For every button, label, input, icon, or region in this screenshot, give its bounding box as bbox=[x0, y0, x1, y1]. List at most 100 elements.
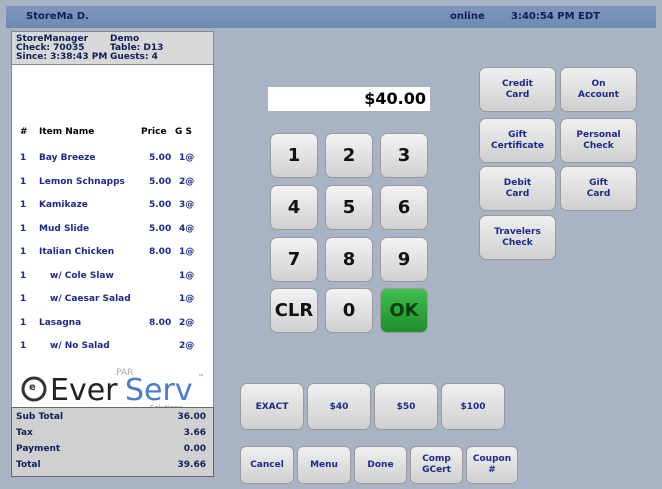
item-name: Kamikaze bbox=[39, 200, 88, 210]
total-value: 39.66 bbox=[177, 460, 206, 470]
svg-text:e: e bbox=[29, 382, 36, 393]
action-button-comp-gcert[interactable]: Comp GCert bbox=[410, 446, 463, 484]
item-price: 5.00 bbox=[149, 153, 172, 163]
total-row: Tax 3.66 bbox=[16, 428, 206, 442]
guest-count: Guests: 4 bbox=[110, 52, 158, 62]
order-item-row[interactable]: 1 Mud Slide 5.00 4@ bbox=[12, 224, 215, 238]
everserv-logo: e Ever Serv PAR Solutions ™ bbox=[20, 353, 205, 412]
svg-text:Ever: Ever bbox=[50, 373, 118, 408]
order-item-row[interactable]: 1 Lemon Schnapps 5.00 2@ bbox=[12, 177, 215, 191]
keypad-key-9[interactable]: 9 bbox=[380, 237, 428, 282]
action-button-done[interactable]: Done bbox=[354, 446, 407, 484]
quick-amount-button[interactable]: $50 bbox=[374, 383, 438, 430]
user-name: StoreMa D. bbox=[26, 11, 89, 22]
item-seat: 1@ bbox=[179, 247, 195, 257]
item-name: Lasagna bbox=[39, 317, 82, 328]
col-num: # bbox=[20, 127, 28, 137]
order-ticket: # Item Name Price G S 1 Bay Breeze 5.00 1@ 1… bbox=[11, 65, 214, 439]
payment-button-personal-check[interactable]: Personal Check bbox=[560, 118, 637, 163]
payment-button-on-account[interactable]: On Account bbox=[560, 67, 637, 112]
col-price: Price bbox=[141, 127, 167, 137]
order-item-row[interactable]: 1 Italian Chicken 8.00 1@ bbox=[12, 247, 215, 261]
keypad-key-2[interactable]: 2 bbox=[325, 133, 373, 178]
item-name: w/ No Salad bbox=[50, 341, 110, 351]
order-info: StoreManager Check: 70035 Since: 3:38:43… bbox=[11, 31, 214, 65]
item-seat: 3@ bbox=[179, 200, 195, 210]
svg-text:Serv: Serv bbox=[125, 373, 193, 408]
item-qty: 1 bbox=[20, 200, 27, 210]
item-qty: 1 bbox=[20, 341, 27, 351]
payment-button-gift-card[interactable]: Gift Card bbox=[560, 166, 637, 211]
item-price: 5.00 bbox=[149, 200, 172, 210]
item-qty: 1 bbox=[20, 153, 27, 163]
item-name: w/ Caesar Salad bbox=[50, 294, 131, 304]
amount-display: $40.00 bbox=[268, 87, 430, 111]
keypad-key-1[interactable]: 1 bbox=[270, 133, 318, 178]
col-item-name: Item Name bbox=[39, 127, 95, 137]
title-bar: StoreMa D. online 3:40:54 PM EDT bbox=[6, 6, 656, 28]
connection-status: online bbox=[450, 11, 485, 22]
item-price: 8.00 bbox=[149, 247, 172, 257]
item-seat: 1@ bbox=[179, 294, 195, 304]
clock: 3:40:54 PM EDT bbox=[511, 11, 600, 22]
item-seat: 2@ bbox=[179, 341, 195, 351]
since-time: Since: 3:38:43 PM bbox=[16, 52, 108, 62]
item-seat: 1@ bbox=[179, 153, 195, 163]
item-seat: 1@ bbox=[179, 270, 195, 281]
everserv-logo-graphic: e Ever Serv PAR Solutions ™ bbox=[21, 368, 204, 412]
item-name: Bay Breeze bbox=[39, 153, 96, 163]
quick-amount-button[interactable]: $40 bbox=[307, 383, 371, 430]
col-gs: G S bbox=[175, 127, 193, 137]
item-qty: 1 bbox=[20, 247, 27, 257]
keypad-key-7[interactable]: 7 bbox=[270, 237, 318, 282]
total-label: Tax bbox=[16, 428, 33, 438]
item-name: w/ Cole Slaw bbox=[50, 270, 114, 281]
payment-button-debit-card[interactable]: Debit Card bbox=[479, 166, 556, 211]
action-button-coupon[interactable]: Coupon # bbox=[466, 446, 518, 484]
keypad-key-8[interactable]: 8 bbox=[325, 237, 373, 282]
payment-button-credit-card[interactable]: Credit Card bbox=[479, 67, 556, 112]
keypad-key-0[interactable]: 0 bbox=[325, 288, 373, 333]
total-value: 3.66 bbox=[183, 428, 206, 438]
quick-amount-button[interactable]: EXACT bbox=[240, 383, 304, 430]
keypad-key-clr[interactable]: CLR bbox=[270, 288, 318, 333]
keypad-key-3[interactable]: 3 bbox=[380, 133, 428, 178]
item-qty: 1 bbox=[20, 294, 27, 304]
total-row: Sub Total 36.00 bbox=[16, 412, 206, 426]
order-item-row[interactable]: 1 Lasagna 8.00 2@ bbox=[12, 318, 215, 332]
item-seat: 2@ bbox=[179, 176, 195, 187]
item-name: Mud Slide bbox=[39, 223, 90, 234]
quick-amount-button[interactable]: $100 bbox=[441, 383, 505, 430]
par-text: PAR bbox=[116, 368, 133, 378]
action-button-cancel[interactable]: Cancel bbox=[240, 446, 294, 484]
item-qty: 1 bbox=[20, 317, 27, 328]
order-item-row[interactable]: 1 Kamikaze 5.00 3@ bbox=[12, 200, 215, 214]
total-row: Payment 0.00 bbox=[16, 444, 206, 458]
order-item-row[interactable]: 1 w/ Cole Slaw 1@ bbox=[12, 271, 215, 285]
item-seat: 2@ bbox=[179, 317, 195, 328]
item-price: 8.00 bbox=[149, 317, 172, 328]
keypad-key-5[interactable]: 5 bbox=[325, 185, 373, 230]
payment-button-travelers-check[interactable]: Travelers Check bbox=[479, 215, 556, 260]
action-button-menu[interactable]: Menu bbox=[297, 446, 351, 484]
item-price: 5.00 bbox=[149, 223, 172, 234]
total-row: Total 39.66 bbox=[16, 460, 206, 474]
tm-text: ™ bbox=[198, 374, 204, 381]
total-label: Payment bbox=[16, 444, 61, 454]
order-item-row[interactable]: 1 w/ Caesar Salad 1@ bbox=[12, 294, 215, 308]
totals-panel: Sub Total 36.00 Tax 3.66 Payment 0.00 Total 39.… bbox=[11, 407, 214, 477]
total-value: 36.00 bbox=[177, 412, 206, 422]
payment-button-gift-certificate[interactable]: Gift Certificate bbox=[479, 118, 556, 163]
item-qty: 1 bbox=[20, 176, 27, 187]
order-panel: StoreManager Check: 70035 Since: 3:38:43… bbox=[11, 31, 214, 477]
total-label: Total bbox=[16, 460, 41, 470]
item-name: Italian Chicken bbox=[39, 247, 115, 257]
item-name: Lemon Schnapps bbox=[39, 176, 125, 187]
item-qty: 1 bbox=[20, 270, 27, 281]
total-value: 0.00 bbox=[183, 444, 206, 454]
order-item-row[interactable]: 1 Bay Breeze 5.00 1@ bbox=[12, 153, 215, 167]
keypad-key-6[interactable]: 6 bbox=[380, 185, 428, 230]
keypad-key-ok[interactable]: OK bbox=[380, 288, 428, 333]
keypad-key-4[interactable]: 4 bbox=[270, 185, 318, 230]
total-label: Sub Total bbox=[16, 412, 64, 422]
